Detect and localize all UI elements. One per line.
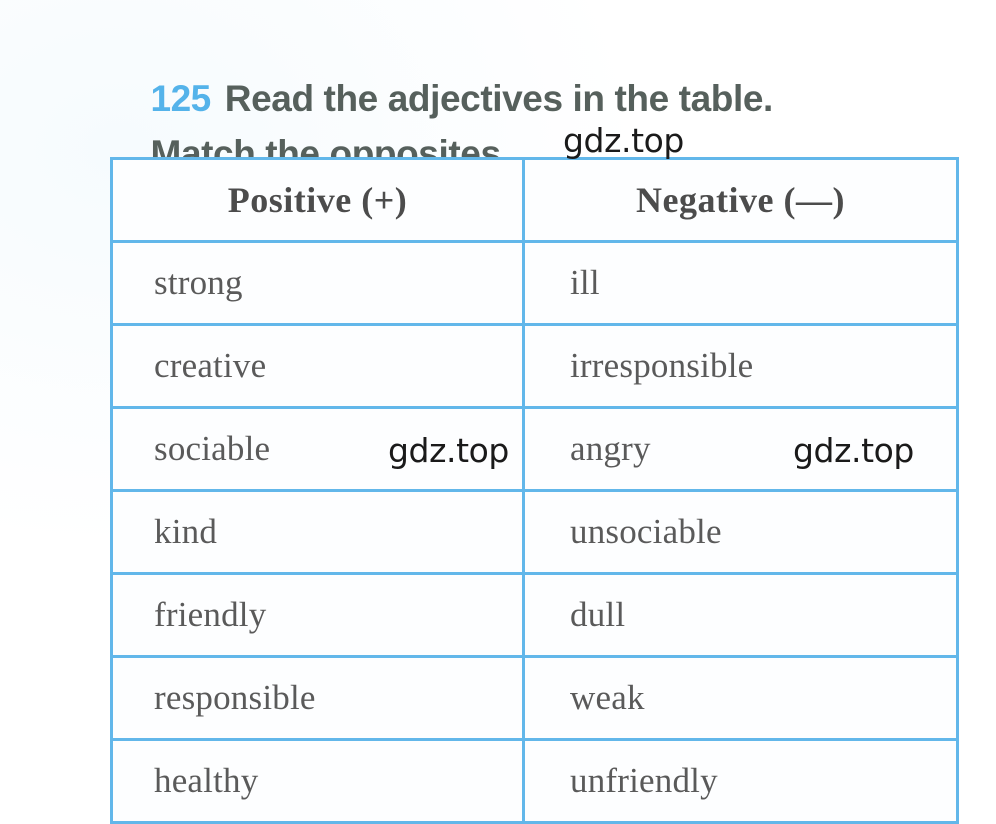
cell-negative: weak bbox=[522, 655, 959, 741]
cell-negative: unfriendly bbox=[522, 738, 959, 824]
page-background: 125 Read the adjectives in the table. Mat… bbox=[0, 0, 996, 824]
cell-negative: ill bbox=[522, 240, 959, 326]
table-row: strong ill bbox=[110, 240, 959, 326]
exercise-instruction-line-1: Read the adjectives in the table. bbox=[224, 78, 774, 120]
column-header-positive: Positive (+) bbox=[110, 157, 525, 243]
cell-negative: dull bbox=[522, 572, 959, 658]
cell-positive: responsible bbox=[110, 655, 525, 741]
cell-negative: unsociable bbox=[522, 489, 959, 575]
column-header-negative: Negative (—) bbox=[522, 157, 959, 243]
cell-negative: irresponsible bbox=[522, 323, 959, 409]
watermark-middle-right: gdz.top bbox=[793, 431, 914, 470]
table-header-row: Positive (+) Negative (—) bbox=[110, 157, 959, 243]
table-row: healthy unfriendly bbox=[110, 738, 959, 824]
cell-positive: strong bbox=[110, 240, 525, 326]
table-row: kind unsociable bbox=[110, 489, 959, 575]
cell-positive: kind bbox=[110, 489, 525, 575]
table-row: responsible weak bbox=[110, 655, 959, 741]
watermark-middle-left: gdz.top bbox=[388, 431, 509, 470]
exercise-number: 125 bbox=[150, 78, 212, 120]
cell-positive: creative bbox=[110, 323, 525, 409]
table-row: creative irresponsible bbox=[110, 323, 959, 409]
watermark-top: gdz.top bbox=[563, 121, 684, 160]
cell-positive: healthy bbox=[110, 738, 525, 824]
table-body: strong ill creative irresponsible sociab… bbox=[110, 240, 959, 824]
cell-positive: friendly bbox=[110, 572, 525, 658]
adjectives-table: Positive (+) Negative (—) strong ill cre… bbox=[110, 157, 959, 824]
adjectives-table-container: Positive (+) Negative (—) strong ill cre… bbox=[110, 157, 959, 824]
table-header: Positive (+) Negative (—) bbox=[110, 157, 959, 243]
table-row: friendly dull bbox=[110, 572, 959, 658]
